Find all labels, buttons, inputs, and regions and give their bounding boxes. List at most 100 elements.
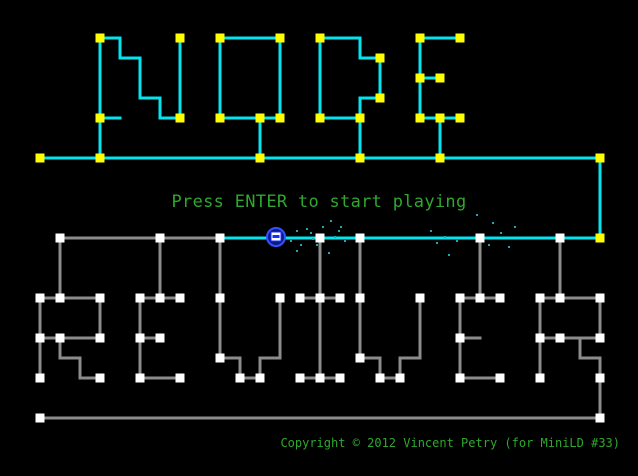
active-node [215, 113, 225, 123]
active-node [355, 113, 365, 123]
spark [500, 232, 502, 234]
spark [514, 226, 516, 228]
spark [488, 244, 490, 246]
spark [448, 254, 450, 256]
inactive-node [595, 413, 605, 423]
active-node [455, 113, 465, 123]
inactive-node [455, 333, 465, 343]
inactive-node [155, 233, 165, 243]
inactive-node [495, 293, 505, 303]
inactive-node [155, 333, 165, 343]
inactive-node [55, 333, 65, 343]
spark [476, 214, 478, 216]
active-node [255, 113, 265, 123]
spark [310, 232, 312, 234]
spark [338, 230, 340, 232]
active-node [315, 113, 325, 123]
active-node [435, 113, 445, 123]
active-node [275, 113, 285, 123]
spark [322, 226, 324, 228]
inactive-node [595, 333, 605, 343]
spark [316, 244, 318, 246]
inactive-node [215, 353, 225, 363]
spark [508, 246, 510, 248]
inactive-node [455, 373, 465, 383]
active-node [595, 153, 605, 163]
spark [306, 228, 308, 230]
game-scene [35, 33, 605, 423]
inactive-node [355, 353, 365, 363]
inactive-node [315, 293, 325, 303]
active-node [275, 33, 285, 43]
inactive-node [595, 293, 605, 303]
active-node [435, 73, 445, 83]
spark [456, 240, 458, 242]
inactive-node [35, 413, 45, 423]
inactive-node [275, 293, 285, 303]
inactive-node [335, 293, 345, 303]
spark [328, 252, 330, 254]
spark [330, 220, 332, 222]
spark [340, 226, 342, 228]
spark [300, 244, 302, 246]
inactive-node [135, 373, 145, 383]
active-node [315, 33, 325, 43]
active-node [455, 33, 465, 43]
active-node [355, 153, 365, 163]
spark [312, 238, 314, 240]
spark [430, 230, 432, 232]
inactive-node [555, 333, 565, 343]
spark [444, 236, 446, 238]
inactive-node [95, 293, 105, 303]
inactive-node [475, 293, 485, 303]
inactive-node [35, 293, 45, 303]
active-node [415, 33, 425, 43]
spark [492, 222, 494, 224]
inactive-node [535, 373, 545, 383]
inactive-node [95, 373, 105, 383]
inactive-node [315, 373, 325, 383]
inactive-node [355, 233, 365, 243]
inactive-node [95, 333, 105, 343]
inactive-node [355, 293, 365, 303]
inactive-node [455, 293, 465, 303]
inactive-node [555, 233, 565, 243]
copyright-text: Copyright © 2012 Vincent Petry (for Mini… [280, 436, 620, 450]
start-prompt: Press ENTER to start playing [171, 192, 467, 212]
inactive-node [55, 293, 65, 303]
inactive-node [235, 373, 245, 383]
inactive-node [35, 373, 45, 383]
inactive-node [335, 373, 345, 383]
inactive-node [595, 373, 605, 383]
active-node [175, 33, 185, 43]
spark [296, 230, 298, 232]
inactive-node [175, 293, 185, 303]
spark [334, 236, 336, 238]
inactive-node [415, 293, 425, 303]
active-node [95, 113, 105, 123]
inactive-node [215, 293, 225, 303]
inactive-node [315, 233, 325, 243]
inactive-node [155, 293, 165, 303]
inactive-node [295, 373, 305, 383]
player-orb-icon [266, 227, 286, 247]
inactive-node [375, 373, 385, 383]
inactive-node [35, 333, 45, 343]
inactive-node [215, 233, 225, 243]
inactive-node [135, 293, 145, 303]
active-node [95, 153, 105, 163]
inactive-node [135, 333, 145, 343]
active-node [415, 113, 425, 123]
inactive-node [295, 293, 305, 303]
inactive-node [555, 293, 565, 303]
active-node [595, 233, 605, 243]
spark [436, 242, 438, 244]
active-node [415, 73, 425, 83]
active-node [435, 153, 445, 163]
inactive-node [175, 373, 185, 383]
active-node [255, 153, 265, 163]
spark [296, 250, 298, 252]
inactive-node [495, 373, 505, 383]
inactive-node [535, 293, 545, 303]
spark [344, 240, 346, 242]
